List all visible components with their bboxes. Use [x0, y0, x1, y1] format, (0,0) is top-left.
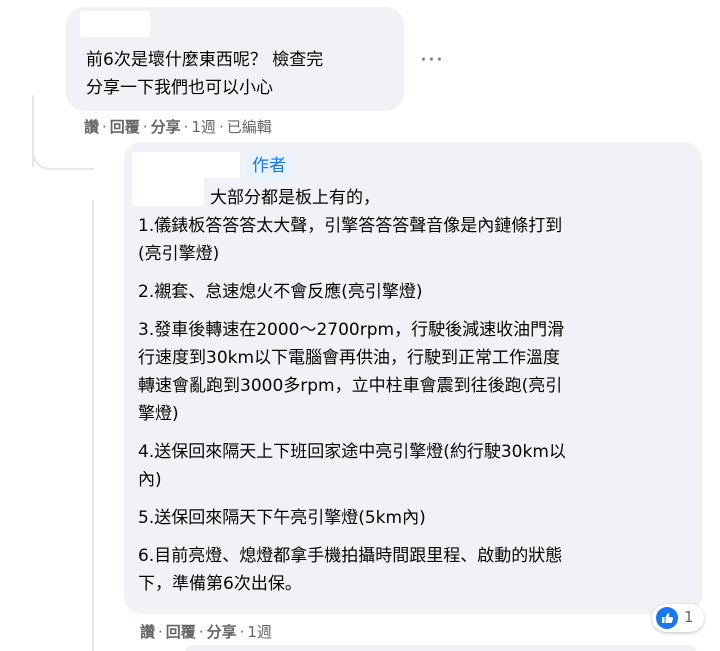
author-badge: 作者	[246, 153, 292, 179]
redacted-name	[80, 11, 150, 37]
comment-bubble: 前6次是壞什麼東西呢？ 檢查完 分享一下我們也可以小心	[66, 7, 404, 111]
reply-line: 2.襯套、怠速熄火不會反應(亮引擎燈)	[138, 282, 423, 302]
reply-item: 6.目前亮燈、熄燈都拿手機拍攝時間跟里程、啟動的狀態 下，準備第6次出保。	[138, 542, 698, 598]
reply-item: 3.發車後轉速在2000～2700rpm，行駛後減速收油門滑 行速度到30km以…	[138, 316, 698, 428]
reply-line: 行速度到30km以下電腦會再供油，行駛到正常工作溫度	[138, 348, 561, 368]
next-comment-edge	[186, 645, 696, 651]
reply-line: 5.送保回來隔天下午亮引擎燈(5km內)	[138, 508, 426, 528]
reply-line: 擎燈)	[138, 404, 179, 424]
reply-item: 1.儀錶板答答答太大聲，引擎答答答聲音像是內鏈條打到 (亮引擎燈)	[138, 212, 698, 268]
reaction-summary[interactable]: 1	[652, 604, 704, 632]
share-link[interactable]: 分享	[207, 623, 237, 641]
reply-bubble: 作者 大部分都是板上有的， 1.儀錶板答答答太大聲，引擎答答答聲音像是內鏈條打到…	[124, 142, 702, 614]
reply-line: 內)	[138, 470, 162, 490]
thread-line-reply	[92, 200, 94, 651]
like-icon	[656, 607, 678, 629]
timestamp[interactable]: 1週	[247, 623, 272, 641]
comment-actions: 讚 · 回覆 · 分享 · 1週 · 已編輯	[84, 118, 272, 136]
reply-line: 3.發車後轉速在2000～2700rpm，行駛後減速收油門滑	[138, 320, 565, 340]
like-link[interactable]: 讚	[84, 118, 99, 136]
reply-line: 6.目前亮燈、熄燈都拿手機拍攝時間跟里程、啟動的狀態	[138, 546, 563, 566]
reply-intro: 大部分都是板上有的，	[210, 188, 380, 208]
reply-actions: 讚 · 回覆 · 分享 · 1週	[140, 623, 272, 641]
reply-item: 4.送保回來隔天上下班回家途中亮引擎燈(約行駛30km以 內)	[138, 438, 698, 494]
reply-link[interactable]: 回覆	[110, 118, 140, 136]
reply-line: 轉速會亂跑到3000多rpm，立中柱車會震到往後跑(亮引	[138, 376, 563, 396]
reply-link[interactable]: 回覆	[166, 623, 196, 641]
comment-line: 分享一下我們也可以小心	[86, 78, 273, 98]
reaction-count: 1	[684, 608, 694, 626]
reply-line: 下，準備第6次出保。	[138, 574, 302, 594]
reply-item: 2.襯套、怠速熄火不會反應(亮引擎燈)	[138, 278, 698, 306]
reply-text: 大部分都是板上有的， 1.儀錶板答答答太大聲，引擎答答答聲音像是內鏈條打到 (亮…	[138, 184, 698, 598]
like-link[interactable]: 讚	[140, 623, 155, 641]
share-link[interactable]: 分享	[151, 118, 181, 136]
reply-line: (亮引擎燈)	[138, 244, 220, 264]
comment-text: 前6次是壞什麼東西呢？ 檢查完 分享一下我們也可以小心	[86, 46, 396, 102]
comment-line: 前6次是壞什麼東西呢？ 檢查完	[86, 50, 324, 70]
more-options-icon[interactable]: ···	[420, 48, 444, 73]
timestamp[interactable]: 1週	[191, 118, 216, 136]
redacted-name	[132, 152, 240, 178]
reply-line: 4.送保回來隔天上下班回家途中亮引擎燈(約行駛30km以	[138, 442, 566, 462]
reply-line: 1.儀錶板答答答太大聲，引擎答答答聲音像是內鏈條打到	[138, 216, 563, 236]
reply-item: 5.送保回來隔天下午亮引擎燈(5km內)	[138, 504, 698, 532]
edited-label: 已編輯	[226, 118, 272, 136]
